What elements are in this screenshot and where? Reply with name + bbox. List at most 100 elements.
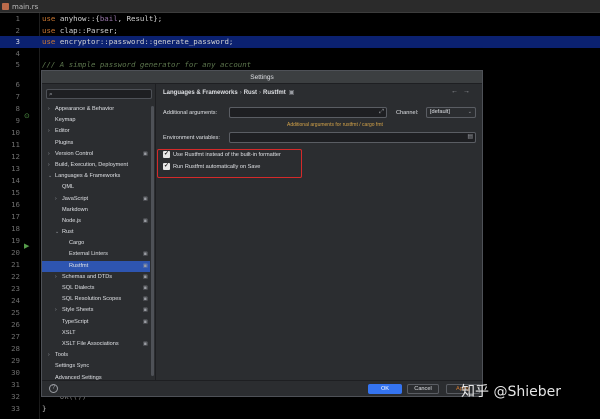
forward-arrow-icon[interactable]: → <box>463 88 470 95</box>
search-icon: ⌕ <box>49 90 53 99</box>
chevron-right-icon[interactable]: › <box>55 194 57 205</box>
editor-tab-bar: main.rs <box>0 0 600 13</box>
chevron-right-icon[interactable]: › <box>48 160 50 171</box>
settings-tree-label: Version Control <box>55 149 93 160</box>
settings-tree-item[interactable]: Settings Sync <box>42 361 150 372</box>
settings-tree-item[interactable]: Node.js▣ <box>42 216 150 227</box>
line-number: 33 <box>4 403 20 415</box>
bookmark-gutter-icon[interactable]: ⊙ <box>24 112 30 120</box>
project-settings-icon: ▣ <box>143 272 148 283</box>
line-number: 23 <box>4 283 20 295</box>
code-line[interactable]: 4 <box>0 48 600 60</box>
channel-label: Channel: <box>396 110 418 116</box>
settings-tree-item[interactable]: ›Version Control▣ <box>42 149 150 160</box>
settings-tree-item[interactable]: ⌄Rust <box>42 227 150 238</box>
settings-dialog: Settings ⌕ ›Appearance & BehaviorKeymap›… <box>41 70 483 397</box>
settings-tree-item[interactable]: SQL Resolution Scopes▣ <box>42 294 150 305</box>
settings-tree-label: Appearance & Behavior <box>55 104 114 115</box>
line-number: 14 <box>4 175 20 187</box>
environment-variables-field[interactable]: ▤ <box>229 132 476 143</box>
settings-tree-label: Plugins <box>55 138 73 149</box>
chevron-right-icon[interactable]: › <box>48 149 50 160</box>
settings-tree-item[interactable]: ⌄Languages & Frameworks <box>42 171 150 182</box>
code-line[interactable]: 1 use anyhow::{bail, Result}; <box>0 13 600 25</box>
line-number: 30 <box>4 367 20 379</box>
settings-tree-item[interactable]: › Appearance & Behavior <box>42 104 150 115</box>
dialog-body: ⌕ › Appearance & BehaviorKeymap›EditorPlu… <box>42 84 482 380</box>
chevron-down-icon[interactable]: ⌄ <box>55 227 59 238</box>
environment-variables-label: Environment variables: <box>163 135 220 141</box>
settings-tree-item[interactable]: Keymap <box>42 115 150 126</box>
sidebar-scrollbar[interactable] <box>151 106 154 376</box>
line-number: 21 <box>4 259 20 271</box>
code-text: use anyhow::{bail, Result}; <box>42 13 162 25</box>
additional-arguments-field[interactable]: ⤢ <box>229 107 387 118</box>
chevron-down-icon[interactable]: ⌄ <box>48 171 52 182</box>
settings-sidebar: ⌕ › Appearance & BehaviorKeymap›EditorPlu… <box>42 84 156 380</box>
chevron-right-icon[interactable]: › <box>55 305 57 316</box>
breadcrumb-item: Rustfmt <box>263 90 286 96</box>
settings-search-input[interactable]: ⌕ <box>46 89 152 99</box>
project-settings-icon: ▣ <box>143 305 148 316</box>
settings-tree-item[interactable]: QML <box>42 182 150 193</box>
settings-tree-item[interactable]: External Linters▣ <box>42 249 150 260</box>
settings-tree-item[interactable]: ›Style Sheets▣ <box>42 305 150 316</box>
settings-tree-item[interactable]: ›JavaScript▣ <box>42 194 150 205</box>
line-number: 20 <box>4 247 20 259</box>
line-number: 26 <box>4 319 20 331</box>
settings-tree-label: Markdown <box>62 205 88 216</box>
chevron-right-icon[interactable]: › <box>48 350 50 361</box>
settings-tree-item[interactable]: › Build, Execution, Deployment <box>42 160 150 171</box>
chevron-right-icon[interactable]: › <box>48 104 50 115</box>
line-number: 17 <box>4 211 20 223</box>
expand-icon[interactable]: ⤢ <box>379 108 384 117</box>
line-number: 1 <box>4 13 20 25</box>
settings-tree-item[interactable]: XSLT File Associations▣ <box>42 339 150 350</box>
project-settings-icon: ▣ <box>143 194 148 205</box>
settings-tree-item[interactable]: ›Schemas and DTDs▣ <box>42 272 150 283</box>
line-number: 18 <box>4 223 20 235</box>
code-text: use encryptor::password::generate_passwo… <box>42 36 233 48</box>
settings-tree-item[interactable]: TypeScript▣ <box>42 317 150 328</box>
help-button[interactable]: ? <box>49 384 58 393</box>
breadcrumb-item[interactable]: Languages & Frameworks <box>163 90 238 96</box>
settings-tree-item[interactable]: Plugins <box>42 138 150 149</box>
settings-tree-label: Build, Execution, Deployment <box>55 160 128 171</box>
chevron-right-icon[interactable]: › <box>55 272 57 283</box>
project-settings-icon: ▣ <box>143 294 148 305</box>
line-number: 11 <box>4 139 20 151</box>
code-line[interactable]: 3use encryptor::password::generate_passw… <box>0 36 600 48</box>
settings-tree-item[interactable]: Advanced Settings <box>42 373 150 381</box>
settings-tree-label: Languages & Frameworks <box>55 171 120 182</box>
line-number: 9 <box>4 115 20 127</box>
dialog-footer: ? OK Cancel Apply <box>42 380 482 396</box>
settings-tree-item[interactable]: ›Tools <box>42 350 150 361</box>
settings-tree-label: XSLT File Associations <box>62 339 119 350</box>
code-line[interactable]: 33} <box>0 403 600 415</box>
code-text: } <box>42 403 46 415</box>
line-number: 32 <box>4 391 20 403</box>
chevron-right-icon[interactable]: › <box>48 126 50 137</box>
project-settings-icon: ▣ <box>143 283 148 294</box>
settings-tree-label: Rustfmt <box>69 261 88 272</box>
rust-file-icon <box>2 3 9 10</box>
watermark: 知乎 @Shieber <box>461 381 561 401</box>
breadcrumb-item[interactable]: Rust <box>244 90 257 96</box>
settings-tree-item[interactable]: ›Editor <box>42 126 150 137</box>
cancel-button[interactable]: Cancel <box>407 384 439 394</box>
settings-tree-label: Settings Sync <box>55 361 89 372</box>
settings-tree-label: External Linters <box>69 249 108 260</box>
settings-tree-item[interactable]: Cargo <box>42 238 150 249</box>
back-arrow-icon[interactable]: ← <box>451 88 458 95</box>
run-gutter-icon[interactable]: ▶ <box>24 242 29 250</box>
settings-tree-label: Keymap <box>55 115 76 126</box>
channel-select[interactable]: [default] ⌄ <box>426 107 476 118</box>
browse-icon[interactable]: ▤ <box>467 133 473 142</box>
settings-tree-item[interactable]: Markdown <box>42 205 150 216</box>
ok-button[interactable]: OK <box>368 384 402 394</box>
code-line[interactable]: 2use clap::Parser; <box>0 25 600 37</box>
settings-tree-item[interactable]: Rustfmt▣ <box>42 261 150 272</box>
settings-tree-item[interactable]: SQL Dialects▣ <box>42 283 150 294</box>
file-tab-main-rs[interactable]: main.rs <box>2 1 38 12</box>
settings-tree-item[interactable]: XSLT <box>42 328 150 339</box>
